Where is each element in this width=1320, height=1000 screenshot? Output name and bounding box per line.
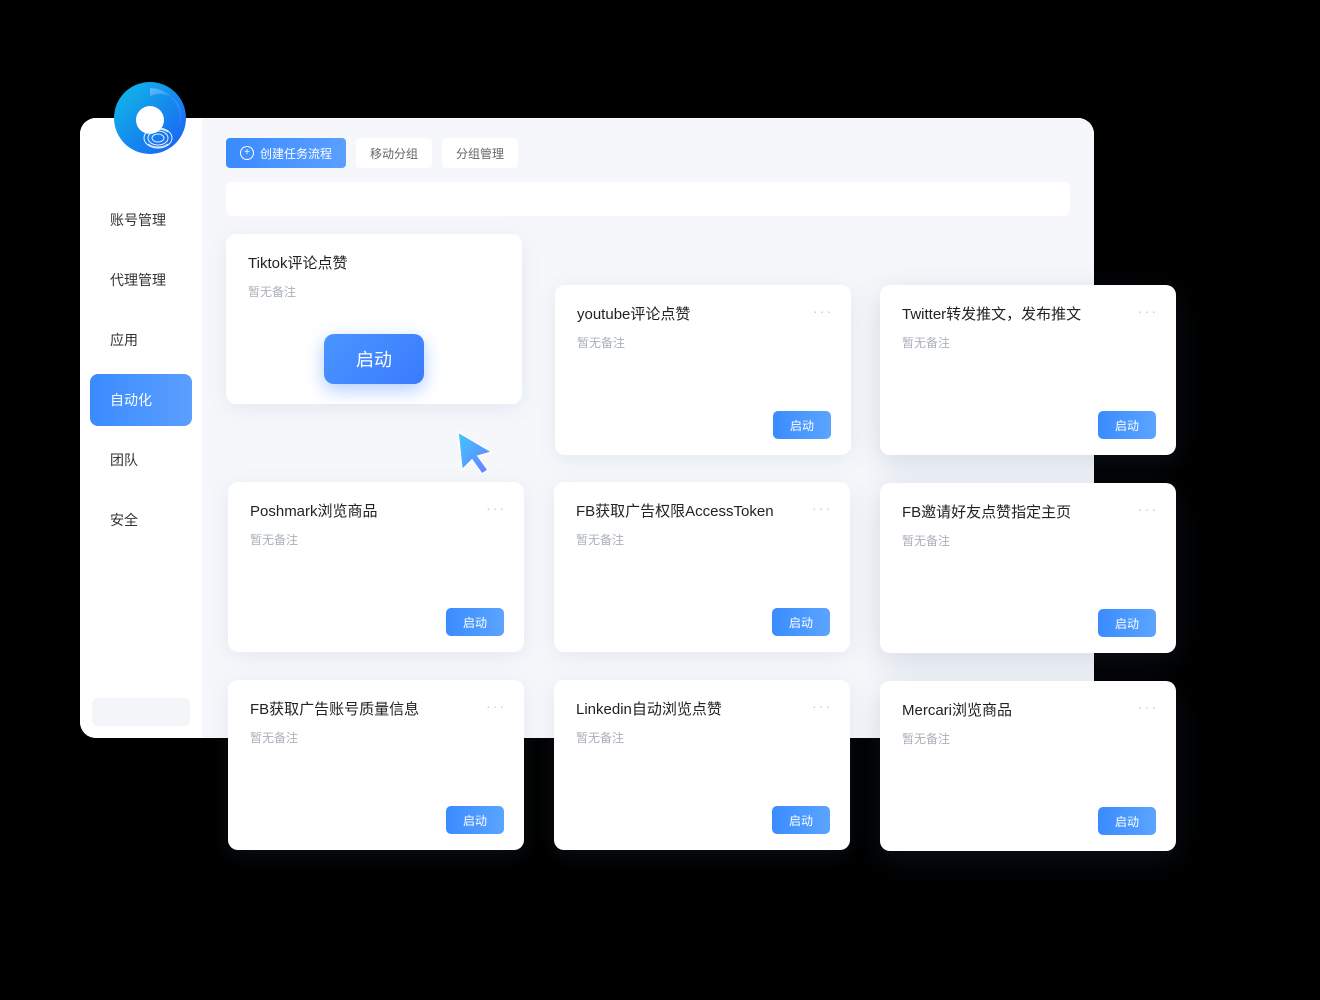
group-manage-button[interactable]: 分组管理 <box>442 138 518 168</box>
task-card[interactable]: ··· youtube评论点赞 暂无备注 启动 <box>555 285 851 455</box>
create-task-label: 创建任务流程 <box>260 145 332 162</box>
task-card[interactable]: ··· Linkedin自动浏览点赞 暂无备注 启动 <box>554 680 850 850</box>
overflow-column: ··· Twitter转发推文，发布推文 暂无备注 启动 ··· FB邀请好友点… <box>880 285 1176 851</box>
sidebar-item-proxy[interactable]: 代理管理 <box>90 254 192 306</box>
card-title: Twitter转发推文，发布推文 <box>902 303 1154 324</box>
card-title: FB获取广告权限AccessToken <box>576 500 828 521</box>
sidebar: 账号管理 代理管理 应用 自动化 团队 安全 <box>80 118 202 738</box>
card-note: 暂无备注 <box>902 334 1154 351</box>
sidebar-footer-placeholder <box>92 698 190 726</box>
more-icon[interactable]: ··· <box>812 500 832 516</box>
card-note: 暂无备注 <box>576 531 828 548</box>
start-button[interactable]: 启动 <box>773 411 831 439</box>
card-title: FB邀请好友点赞指定主页 <box>902 501 1154 522</box>
card-note: 暂无备注 <box>902 532 1154 549</box>
card-title: Tiktok评论点赞 <box>248 252 500 273</box>
sidebar-item-apps[interactable]: 应用 <box>90 314 192 366</box>
start-button[interactable]: 启动 <box>1098 411 1156 439</box>
card-note: 暂无备注 <box>250 531 502 548</box>
card-title: youtube评论点赞 <box>577 303 829 324</box>
start-button[interactable]: 启动 <box>446 806 504 834</box>
start-button[interactable]: 启动 <box>772 608 830 636</box>
task-card[interactable]: ··· Poshmark浏览商品 暂无备注 启动 <box>228 482 524 652</box>
task-card[interactable]: ··· Mercari浏览商品 暂无备注 启动 <box>880 681 1176 851</box>
move-group-button[interactable]: 移动分组 <box>356 138 432 168</box>
sidebar-item-team[interactable]: 团队 <box>90 434 192 486</box>
create-task-button[interactable]: + 创建任务流程 <box>226 138 346 168</box>
task-card[interactable]: ··· FB获取广告账号质量信息 暂无备注 启动 <box>228 680 524 850</box>
card-title: FB获取广告账号质量信息 <box>250 698 502 719</box>
more-icon[interactable]: ··· <box>486 500 506 516</box>
app-logo <box>110 78 190 158</box>
start-button[interactable]: 启动 <box>1098 807 1156 835</box>
card-title: Mercari浏览商品 <box>902 699 1154 720</box>
more-icon[interactable]: ··· <box>812 698 832 714</box>
start-button[interactable]: 启动 <box>324 334 424 384</box>
start-button[interactable]: 启动 <box>446 608 504 636</box>
card-note: 暂无备注 <box>250 729 502 746</box>
more-icon[interactable]: ··· <box>1138 699 1158 715</box>
card-note: 暂无备注 <box>577 334 829 351</box>
start-button[interactable]: 启动 <box>772 806 830 834</box>
more-icon[interactable]: ··· <box>1138 303 1158 319</box>
more-icon[interactable]: ··· <box>1138 501 1158 517</box>
task-card[interactable]: ··· FB邀请好友点赞指定主页 暂无备注 启动 <box>880 483 1176 653</box>
more-icon[interactable]: ··· <box>486 698 506 714</box>
card-note: 暂无备注 <box>576 729 828 746</box>
card-note: 暂无备注 <box>248 283 500 300</box>
card-title: Linkedin自动浏览点赞 <box>576 698 828 719</box>
sidebar-item-account[interactable]: 账号管理 <box>90 194 192 246</box>
plus-icon: + <box>240 146 254 160</box>
search-bar[interactable] <box>226 182 1070 216</box>
task-card[interactable]: Tiktok评论点赞 暂无备注 启动 <box>226 234 522 404</box>
card-title: Poshmark浏览商品 <box>250 500 502 521</box>
card-note: 暂无备注 <box>902 730 1154 747</box>
task-card[interactable]: ··· Twitter转发推文，发布推文 暂无备注 启动 <box>880 285 1176 455</box>
task-card[interactable]: ··· FB获取广告权限AccessToken 暂无备注 启动 <box>554 482 850 652</box>
sidebar-item-automation[interactable]: 自动化 <box>90 374 192 426</box>
more-icon[interactable]: ··· <box>813 303 833 319</box>
start-button[interactable]: 启动 <box>1098 609 1156 637</box>
sidebar-item-security[interactable]: 安全 <box>90 494 192 546</box>
toolbar: + 创建任务流程 移动分组 分组管理 <box>226 138 1070 168</box>
